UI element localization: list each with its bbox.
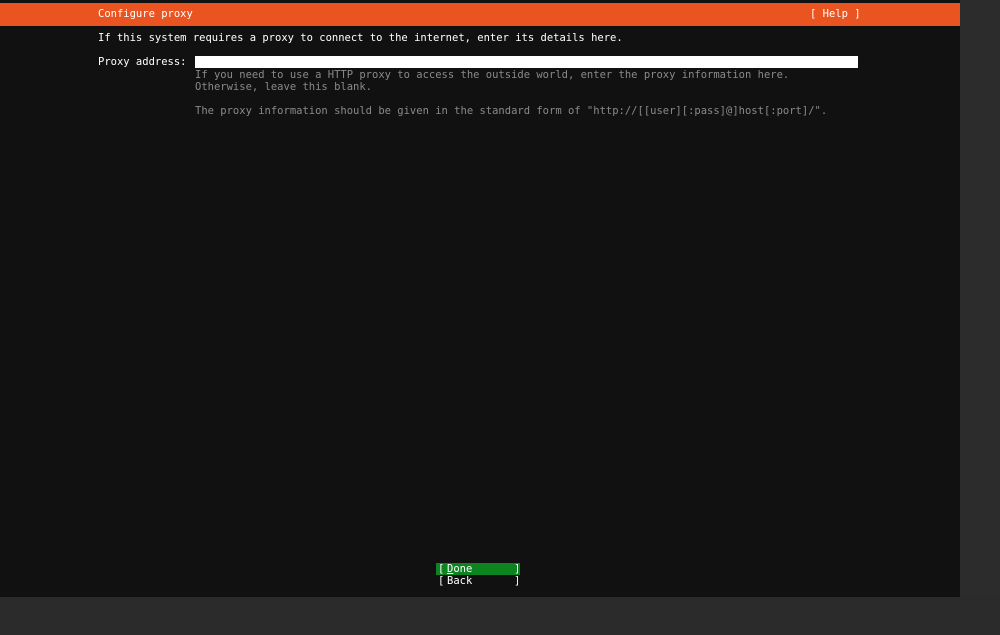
intro-text: If this system requires a proxy to conne… (98, 32, 623, 44)
done-label-rest: one (453, 563, 473, 575)
proxy-address-input[interactable] (195, 56, 858, 68)
proxy-address-label: Proxy address: (98, 56, 187, 68)
done-right-bracket: ] (514, 563, 521, 575)
back-button-label: Back (447, 575, 473, 587)
done-button[interactable]: [ Done ] (436, 563, 520, 575)
page-title: Configure proxy (98, 8, 193, 20)
title-bar: Configure proxy [ Help ] (0, 3, 960, 26)
window-gutter (960, 0, 1000, 597)
back-right-bracket: ] (514, 575, 521, 587)
back-button[interactable]: [ Back ] (436, 575, 520, 587)
help-button[interactable]: [ Help ] (810, 8, 861, 21)
proxy-help-text: If you need to use a HTTP proxy to acces… (195, 69, 796, 93)
installer-screen: Configure proxy [ Help ] If this system … (0, 0, 960, 597)
back-left-bracket: [ (438, 575, 445, 587)
done-button-label: Done (447, 563, 472, 575)
proxy-format-help-text: The proxy information should be given in… (195, 105, 828, 117)
done-left-bracket: [ (438, 563, 445, 575)
button-bar: [ Done ] [ Back ] (436, 563, 520, 587)
